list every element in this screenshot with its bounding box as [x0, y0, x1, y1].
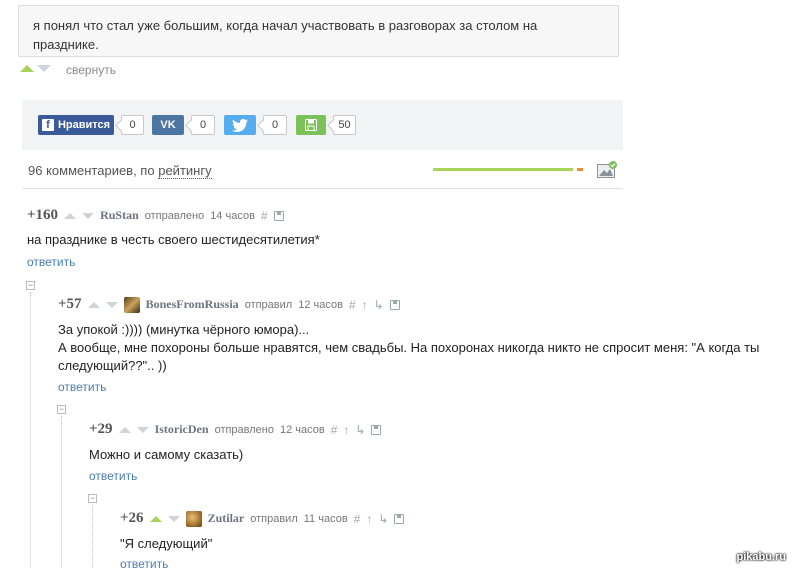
upvote-icon[interactable]: [87, 301, 100, 308]
sort-by-rating-link[interactable]: рейтингу: [158, 163, 212, 179]
image-toggle-icon[interactable]: [597, 161, 619, 182]
comment-text-line: За упокой :)))) (минутка чёрного юмора).…: [58, 322, 310, 337]
avatar[interactable]: [185, 510, 202, 527]
comments-header: 96 комментариев, по рейтингу: [28, 163, 212, 179]
downvote-icon[interactable]: [105, 301, 118, 308]
comment-text: "Я следующий": [120, 536, 213, 551]
collapse-thread-icon[interactable]: −: [88, 494, 97, 503]
watermark: pikabu.ru: [736, 551, 786, 563]
downvote-icon[interactable]: [37, 65, 51, 72]
collapse-link[interactable]: свернуть: [66, 63, 116, 77]
thread-line: [92, 505, 93, 568]
avatar[interactable]: [123, 296, 140, 313]
comment-text-line: следующий??".. )): [58, 358, 167, 373]
comment-text: За упокой :)))) (минутка чёрного юмора).…: [58, 321, 759, 375]
save-comment-icon[interactable]: [273, 210, 284, 221]
facebook-count: 0: [121, 115, 144, 135]
comment-author[interactable]: Zutilar: [208, 511, 245, 526]
comment-time[interactable]: 11 часов: [304, 513, 348, 525]
facebook-like-label: Нравится: [57, 119, 111, 131]
comment-header: +160 RuStan отправлено 14 часов #: [27, 207, 284, 224]
comment-rating: +26: [120, 510, 144, 526]
upvote-icon[interactable]: [118, 426, 131, 433]
rating-bar: [433, 168, 583, 171]
floppy-save-icon: [305, 119, 317, 131]
vk-icon: VK: [160, 119, 176, 131]
hash-link-icon[interactable]: #: [349, 298, 356, 312]
comment-time[interactable]: 12 часов: [280, 424, 325, 436]
parent-comment-icon[interactable]: ↑: [362, 298, 368, 312]
upvote-icon[interactable]: [64, 212, 77, 219]
save-comment-icon[interactable]: [389, 299, 400, 310]
downvote-icon[interactable]: [82, 212, 95, 219]
branch-icon[interactable]: ↳: [374, 298, 384, 312]
rating-bar-positive: [433, 168, 573, 171]
branch-icon[interactable]: ↳: [378, 512, 388, 526]
comment-rating: +160: [27, 207, 59, 223]
twitter-share-button[interactable]: [224, 115, 256, 135]
facebook-like-button[interactable]: f Нравится: [38, 115, 114, 135]
comment-text-line: А вообще, мне похороны больше нравятся, …: [58, 340, 760, 355]
rating-bar-negative: [576, 168, 583, 171]
post-text-box: я понял что стал уже большим, когда нача…: [18, 5, 619, 57]
comment-time[interactable]: 12 часов: [298, 299, 343, 311]
comment-action: отправлено: [144, 209, 205, 222]
hash-link-icon[interactable]: #: [261, 209, 268, 223]
collapse-thread-icon[interactable]: −: [57, 405, 66, 414]
comment-time[interactable]: 14 часов: [210, 210, 255, 222]
post-text: я понял что стал уже большим, когда нача…: [33, 18, 538, 52]
vk-count: 0: [191, 115, 215, 135]
comment-header: +26 Zutilar отправил 11 часов # ↑ ↳: [120, 510, 405, 527]
parent-comment-icon[interactable]: ↑: [366, 512, 372, 526]
comment-rating: +57: [58, 296, 82, 312]
comment-author[interactable]: BonesFromRussia: [146, 297, 239, 312]
reply-link[interactable]: ответить: [89, 469, 137, 483]
parent-comment-icon[interactable]: ↑: [343, 423, 349, 437]
facebook-icon: f: [41, 119, 54, 131]
divider: [22, 188, 623, 189]
post-vote: [20, 65, 51, 72]
reply-link[interactable]: ответить: [58, 380, 106, 394]
comment-action: отправил: [250, 512, 298, 525]
comments-count: 96 комментариев, по: [28, 163, 155, 178]
vk-share-button[interactable]: VK: [152, 115, 184, 135]
reply-link[interactable]: ответить: [27, 255, 75, 269]
share-bar: f Нравится 0 VK 0 0 50: [22, 100, 623, 150]
comment-author[interactable]: RuStan: [100, 208, 139, 223]
comment-text: на празднике в честь своего шестидесятил…: [27, 232, 320, 247]
save-post-button[interactable]: [296, 115, 326, 135]
thread-line: [30, 292, 31, 568]
comment-text: Можно и самому сказать): [89, 447, 244, 462]
collapse-thread-icon[interactable]: −: [26, 281, 35, 290]
save-comment-icon[interactable]: [394, 513, 405, 524]
comment-rating: +29: [89, 421, 113, 437]
twitter-count: 0: [263, 115, 287, 135]
upvote-icon[interactable]: [20, 65, 34, 72]
comment-header: +29 IstoricDen отправлено 12 часов # ↑ ↳: [89, 421, 382, 438]
save-count: 50: [333, 115, 356, 135]
branch-icon[interactable]: ↳: [355, 423, 365, 437]
thread-line: [61, 416, 62, 568]
hash-link-icon[interactable]: #: [354, 512, 361, 526]
save-comment-icon[interactable]: [371, 424, 382, 435]
comment-header: +57 BonesFromRussia отправил 12 часов # …: [58, 296, 400, 313]
reply-link[interactable]: ответить: [120, 557, 168, 568]
comment-action: отправлено: [214, 423, 274, 436]
downvote-icon[interactable]: [136, 426, 149, 433]
comment-action: отправил: [244, 298, 293, 311]
hash-link-icon[interactable]: #: [331, 423, 338, 437]
comment-author[interactable]: IstoricDen: [155, 422, 209, 437]
downvote-icon[interactable]: [167, 515, 180, 522]
twitter-icon: [232, 118, 248, 132]
upvote-icon[interactable]: [149, 515, 162, 522]
